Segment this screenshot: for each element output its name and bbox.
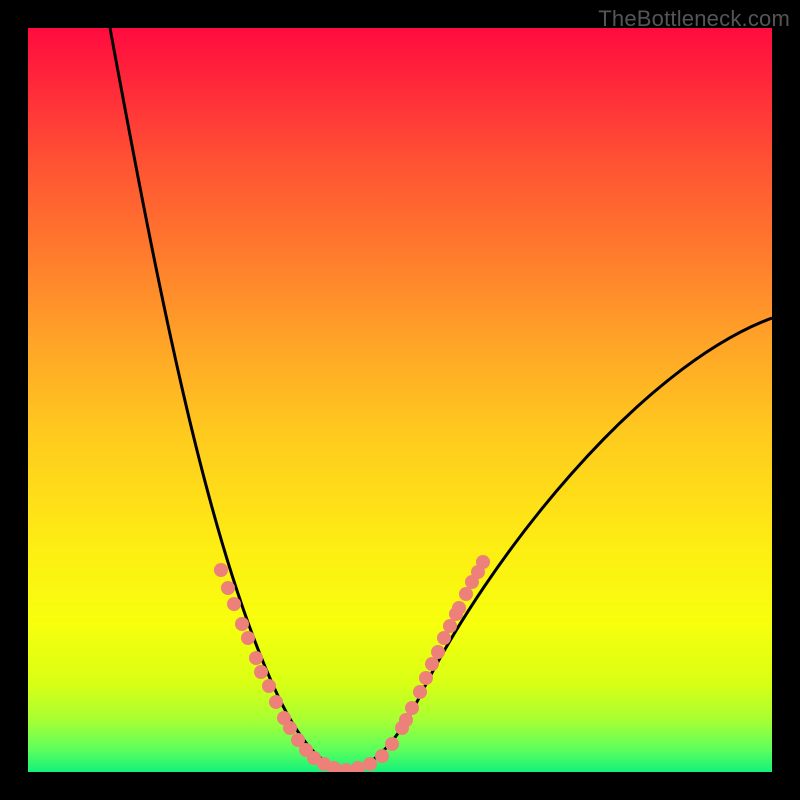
marker-dot bbox=[452, 601, 466, 615]
marker-dot bbox=[283, 721, 297, 735]
marker-dot bbox=[351, 761, 365, 772]
marker-dot bbox=[405, 701, 419, 715]
marker-dot bbox=[249, 651, 263, 665]
plot-svg bbox=[28, 28, 772, 772]
marker-dot bbox=[425, 657, 439, 671]
marker-dot bbox=[363, 757, 377, 771]
marker-dot bbox=[241, 631, 255, 645]
marker-dot bbox=[262, 679, 276, 693]
bottleneck-curve bbox=[110, 28, 772, 770]
marker-dot bbox=[431, 645, 445, 659]
marker-dot bbox=[227, 597, 241, 611]
marker-dot bbox=[385, 737, 399, 751]
marker-dot bbox=[235, 617, 249, 631]
marker-dot bbox=[254, 665, 268, 679]
watermark-text: TheBottleneck.com bbox=[598, 6, 790, 32]
marker-dot bbox=[437, 631, 451, 645]
plot-frame bbox=[28, 28, 772, 772]
marker-dot bbox=[413, 685, 427, 699]
marker-dot bbox=[339, 763, 353, 772]
marker-dot bbox=[221, 581, 235, 595]
marker-dot bbox=[443, 619, 457, 633]
marker-dot bbox=[459, 587, 473, 601]
marker-group bbox=[214, 555, 490, 772]
marker-dot bbox=[399, 713, 413, 727]
marker-dot bbox=[269, 695, 283, 709]
marker-dot bbox=[375, 749, 389, 763]
marker-dot bbox=[419, 671, 433, 685]
marker-dot bbox=[214, 563, 228, 577]
marker-dot bbox=[476, 555, 490, 569]
